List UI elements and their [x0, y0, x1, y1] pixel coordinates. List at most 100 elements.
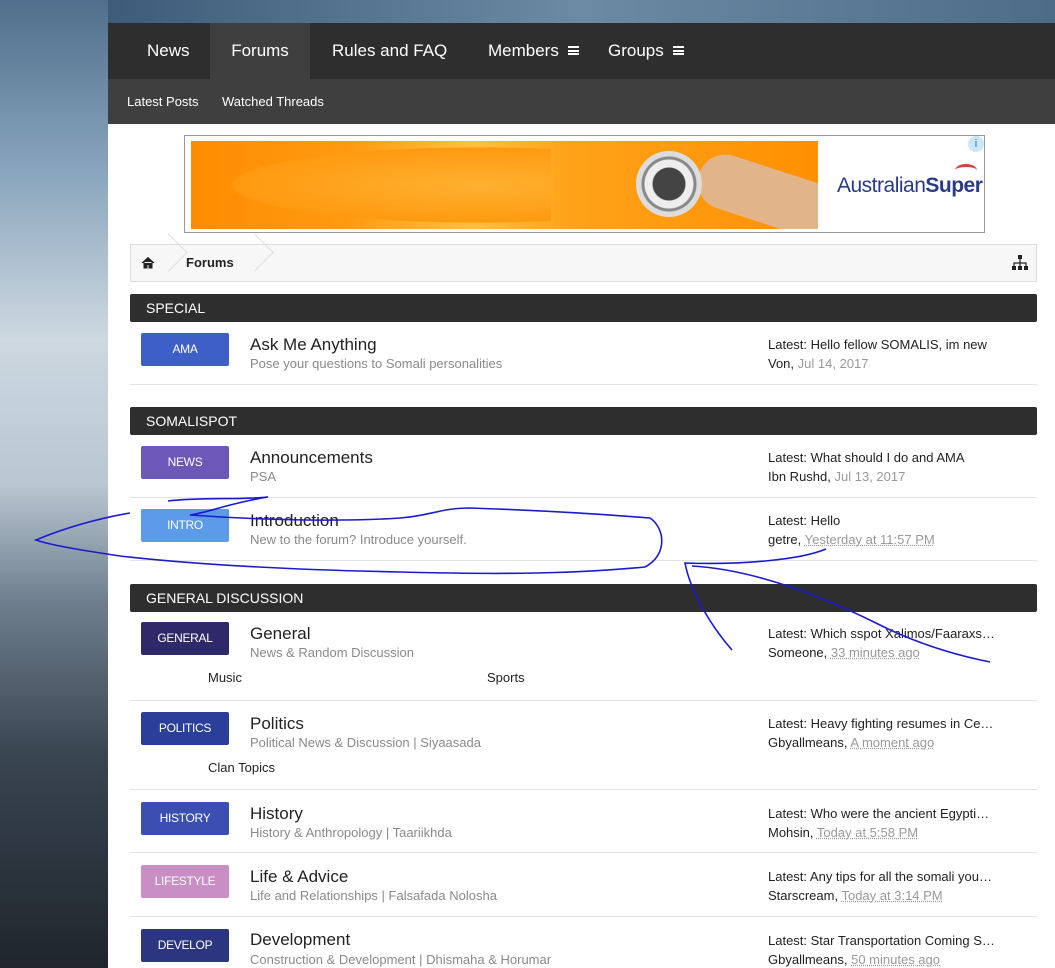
latest-user-link[interactable]: Von: [768, 356, 790, 371]
forum-row: HISTORY History History & Anthropology |…: [130, 790, 1037, 853]
latest-user-link[interactable]: getre: [768, 532, 798, 547]
brand-swoosh-icon: [955, 164, 977, 177]
category-header[interactable]: SPECIAL: [130, 294, 1037, 322]
tab-news[interactable]: News: [147, 23, 190, 79]
forum-description: PSA: [250, 469, 277, 484]
latest-posts-link[interactable]: Latest Posts: [127, 79, 199, 124]
advertisement-banner[interactable]: AustralianSuper i: [184, 135, 985, 233]
latest-post-meta: getre, Yesterday at 11:57 PM: [768, 532, 935, 547]
forum-description: Pose your questions to Somali personalit…: [250, 356, 503, 371]
forum-title[interactable]: Introduction: [250, 511, 339, 531]
latest-user-link[interactable]: Ibn Rushd: [768, 469, 827, 484]
forum-badge[interactable]: GENERAL: [141, 622, 229, 655]
tab-label: Forums: [231, 41, 289, 60]
forum-description: New to the forum? Introduce yourself.: [250, 532, 467, 547]
forum-row: AMA Ask Me Anything Pose your questions …: [130, 322, 1037, 385]
forum-row: GENERAL General News & Random Discussion…: [130, 612, 1037, 701]
latest-user-link[interactable]: Gbyallmeans: [768, 952, 844, 967]
latest-date: 33 minutes ago: [830, 645, 920, 660]
brand-regular: Australian: [837, 174, 926, 197]
forum-title[interactable]: Announcements: [250, 448, 373, 468]
tab-groups[interactable]: Groups: [608, 23, 684, 79]
forum-title[interactable]: Life & Advice: [250, 867, 348, 887]
category-title: SOMALISPOT: [146, 413, 238, 429]
latest-post-meta: Starscream, Today at 3:14 PM: [768, 888, 943, 903]
latest-thread-link[interactable]: Latest: Hello fellow SOMALIS, im new: [768, 337, 987, 352]
latest-post-meta: Gbyallmeans, 50 minutes ago: [768, 952, 941, 967]
forum-badge[interactable]: NEWS: [141, 446, 229, 479]
forum-badge[interactable]: HISTORY: [141, 802, 229, 835]
tab-forums[interactable]: Forums: [210, 23, 310, 79]
latest-thread-link[interactable]: Latest: Any tips for all the somali you…: [768, 869, 992, 884]
latest-thread-link[interactable]: Latest: Star Transportation Coming S…: [768, 933, 995, 948]
forum-title[interactable]: Development: [250, 930, 350, 950]
breadcrumb-forums[interactable]: Forums: [186, 245, 234, 281]
forum-description: Construction & Development | Dhismaha & …: [250, 952, 552, 967]
breadcrumb-separator: [251, 245, 263, 281]
forum-description: News & Random Discussion: [250, 645, 415, 660]
forum-title[interactable]: Ask Me Anything: [250, 335, 377, 355]
category-title: SPECIAL: [146, 300, 206, 316]
forum-row: LIFESTYLE Life & Advice Life and Relatio…: [130, 853, 1037, 917]
latest-thread-link[interactable]: Latest: What should I do and AMA: [768, 450, 965, 465]
latest-post-meta: Gbyallmeans, A moment ago: [768, 735, 935, 750]
subforum-clan-topics[interactable]: Clan Topics: [208, 760, 275, 775]
sub-nav: Latest Posts Watched Threads: [108, 79, 1055, 124]
latest-post-meta: Mohsin, Today at 5:58 PM: [768, 825, 919, 840]
tab-label: Rules and FAQ: [332, 41, 448, 60]
menu-icon[interactable]: [567, 46, 579, 56]
latest-date: Today at 5:58 PM: [816, 825, 919, 840]
tab-rules-faq[interactable]: Rules and FAQ: [332, 23, 447, 79]
latest-date: Yesterday at 11:57 PM: [804, 532, 935, 547]
breadcrumb-separator: [165, 245, 177, 281]
sitemap-icon[interactable]: [1012, 255, 1028, 271]
ad-brand-logo[interactable]: AustralianSuper: [837, 174, 983, 198]
forum-title[interactable]: History: [250, 804, 303, 824]
breadcrumb: Forums: [130, 244, 1037, 282]
latest-user-link[interactable]: Someone: [768, 645, 824, 660]
latest-user-link[interactable]: Gbyallmeans: [768, 735, 844, 750]
background-sky-top: [108, 0, 1055, 23]
latest-date: A moment ago: [850, 735, 935, 750]
menu-icon[interactable]: [672, 46, 684, 56]
safe-dial-icon: [636, 151, 702, 217]
forum-description: Political News & Discussion | Siyaasada: [250, 735, 481, 750]
ad-info-icon[interactable]: i: [968, 136, 984, 152]
category-title: GENERAL DISCUSSION: [146, 590, 304, 606]
subforum-sports[interactable]: Sports: [487, 670, 525, 685]
forum-badge[interactable]: LIFESTYLE: [141, 865, 229, 898]
latest-user-link[interactable]: Mohsin: [768, 825, 810, 840]
forum-badge[interactable]: AMA: [141, 333, 229, 366]
brand-bold: Super: [925, 174, 983, 197]
latest-post-meta: Ibn Rushd, Jul 13, 2017: [768, 469, 906, 484]
watched-threads-link[interactable]: Watched Threads: [222, 79, 324, 124]
latest-thread-link[interactable]: Latest: Hello: [768, 513, 840, 528]
tab-members[interactable]: Members: [488, 23, 579, 79]
forum-title[interactable]: General: [250, 624, 310, 644]
category-header[interactable]: SOMALISPOT: [130, 407, 1037, 435]
main-nav: News Forums Rules and FAQ Members Groups: [108, 23, 1055, 79]
tab-label: News: [147, 41, 190, 60]
background-city-left: [0, 0, 108, 968]
forum-badge[interactable]: POLITICS: [141, 712, 229, 745]
forum-title[interactable]: Politics: [250, 714, 304, 734]
forum-description: History & Anthropology | Taariikhda: [250, 825, 452, 840]
latest-date: Today at 3:14 PM: [841, 888, 943, 903]
forum-row: INTRO Introduction New to the forum? Int…: [130, 498, 1037, 561]
page-container: News Forums Rules and FAQ Members Groups…: [108, 23, 1055, 968]
category-header[interactable]: GENERAL DISCUSSION: [130, 584, 1037, 612]
forum-badge[interactable]: DEVELOP: [141, 929, 229, 962]
subforum-music[interactable]: Music: [208, 670, 242, 685]
tab-label: Members: [488, 41, 559, 60]
forum-badge[interactable]: INTRO: [141, 509, 229, 542]
latest-date: 50 minutes ago: [851, 952, 941, 967]
forum-description: Life and Relationships | Falsafada Nolos…: [250, 888, 497, 903]
latest-thread-link[interactable]: Latest: Who were the ancient Egypti…: [768, 806, 989, 821]
latest-date: Jul 14, 2017: [797, 356, 869, 371]
latest-thread-link[interactable]: Latest: Which sspot Xalimos/Faaraxs…: [768, 626, 995, 641]
latest-user-link[interactable]: Starscream: [768, 888, 834, 903]
ad-image[interactable]: [191, 141, 818, 229]
latest-thread-link[interactable]: Latest: Heavy fighting resumes in Ce…: [768, 716, 993, 731]
forum-row: DEVELOP Development Construction & Devel…: [130, 917, 1037, 968]
latest-date: Jul 13, 2017: [834, 469, 906, 484]
